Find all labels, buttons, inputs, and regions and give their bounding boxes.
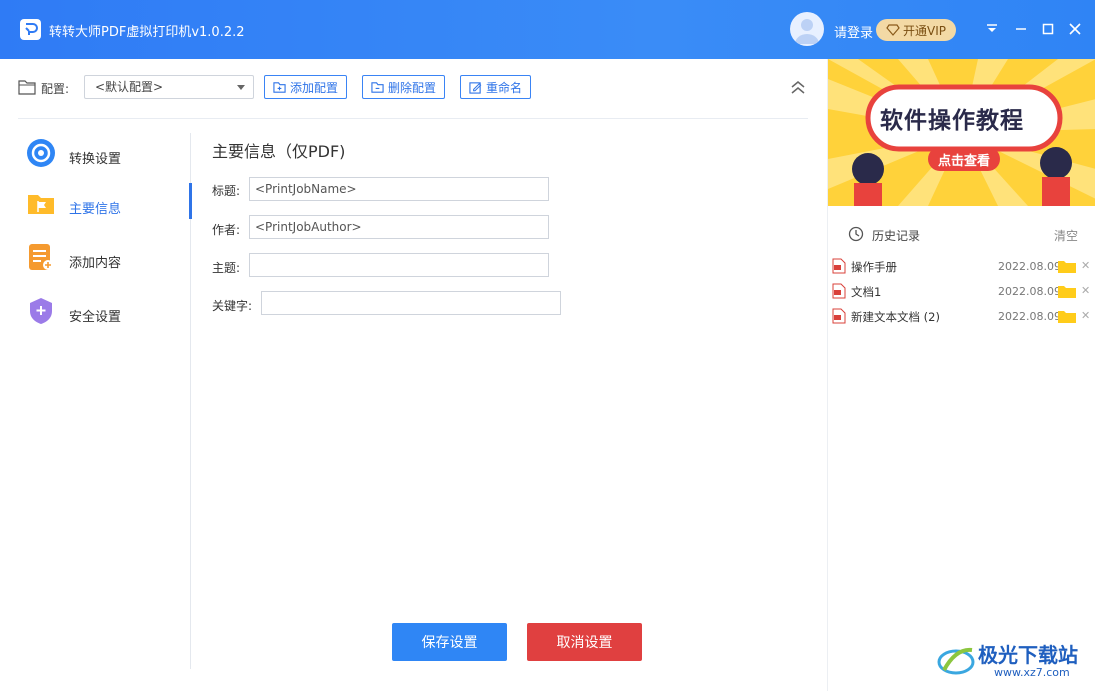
history-row[interactable]: 操作手册 2022.08.09 ✕ xyxy=(832,257,1094,277)
pdf-file-icon xyxy=(832,258,846,274)
history-file-name: 操作手册 xyxy=(851,260,897,274)
author-input[interactable] xyxy=(249,215,549,239)
banner-view-button[interactable]: 点击查看 xyxy=(928,147,1000,171)
avatar[interactable] xyxy=(790,12,824,46)
history-date: 2022.08.09 xyxy=(998,260,1061,273)
nav-label: 安全设置 xyxy=(69,310,122,325)
menu-dropdown-icon[interactable] xyxy=(982,18,1002,40)
folder-flag-icon xyxy=(28,195,54,214)
nav-item-security-settings[interactable]: 安全设置 xyxy=(18,292,193,338)
login-link[interactable]: 请登录 xyxy=(834,22,873,41)
collapse-up-icon[interactable] xyxy=(790,79,806,95)
chevron-down-icon xyxy=(237,85,245,90)
cancel-button[interactable]: 取消设置 xyxy=(527,623,642,661)
config-label: 配置: xyxy=(41,82,70,96)
side-nav: 转换设置 主要信息 添加内容 安全设置 xyxy=(18,130,193,670)
clear-history-button[interactable]: 清空 xyxy=(1054,227,1078,244)
nav-label: 转换设置 xyxy=(69,152,122,167)
tutorial-banner[interactable]: 软件操作教程 点击查看 xyxy=(828,59,1095,206)
history-title: 历史记录 xyxy=(872,229,921,243)
open-folder-icon[interactable] xyxy=(1058,260,1076,273)
title-input[interactable] xyxy=(249,177,549,201)
history-header: 历史记录 清空 xyxy=(848,224,1078,244)
page-title: 主要信息（仅PDF) xyxy=(212,142,346,161)
nav-active-indicator xyxy=(189,183,192,219)
document-add-icon xyxy=(29,244,53,270)
history-row[interactable]: 新建文本文档 (2) 2022.08.09 ✕ xyxy=(832,307,1094,327)
add-config-button[interactable]: 添加配置 xyxy=(264,75,348,99)
config-select[interactable]: <默认配置> xyxy=(84,75,254,99)
history-row[interactable]: 文档1 2022.08.09 ✕ xyxy=(832,282,1094,302)
delete-icon[interactable]: ✕ xyxy=(1081,309,1090,322)
nav-item-add-content[interactable]: 添加内容 xyxy=(18,238,193,284)
pdf-file-icon xyxy=(832,283,846,299)
config-select-value: <默认配置> xyxy=(95,80,164,94)
vip-button[interactable]: 开通VIP xyxy=(876,19,956,41)
folder-delete-icon xyxy=(371,81,384,93)
delete-config-label: 删除配置 xyxy=(388,80,437,95)
banner-title: 软件操作教程 xyxy=(880,108,1024,134)
delete-config-button[interactable]: 删除配置 xyxy=(362,75,446,99)
watermark: 极光下载站 www.xz7.com xyxy=(936,636,1091,684)
title-label: 标题: xyxy=(212,184,241,198)
subject-input[interactable] xyxy=(249,253,549,277)
delete-icon[interactable]: ✕ xyxy=(1081,259,1090,272)
rename-button[interactable]: 重命名 xyxy=(460,75,532,99)
config-toolbar: 配置: <默认配置> 添加配置 删除配置 重命名 xyxy=(18,74,808,100)
nav-label: 添加内容 xyxy=(69,256,122,271)
app-logo-icon xyxy=(20,19,41,40)
add-config-label: 添加配置 xyxy=(290,80,339,95)
pdf-file-icon xyxy=(832,308,846,324)
minimize-icon[interactable] xyxy=(1011,18,1031,40)
watermark-logo-icon xyxy=(937,647,975,675)
convert-icon xyxy=(27,139,55,167)
toolbar-divider xyxy=(18,118,808,119)
keywords-input[interactable] xyxy=(261,291,561,315)
watermark-text: 极光下载站 xyxy=(978,643,1078,667)
history-date: 2022.08.09 xyxy=(998,285,1061,298)
vip-label: 开通VIP xyxy=(903,23,946,38)
subject-label: 主题: xyxy=(212,261,241,275)
history-file-name: 文档1 xyxy=(851,285,882,299)
watermark-url: www.xz7.com xyxy=(994,666,1070,679)
open-folder-icon[interactable] xyxy=(1058,285,1076,298)
save-button[interactable]: 保存设置 xyxy=(392,623,507,661)
folder-add-icon xyxy=(273,81,286,93)
author-label: 作者: xyxy=(212,223,241,237)
config-folder-icon xyxy=(18,80,36,95)
diamond-icon xyxy=(886,24,900,36)
nav-item-convert-settings[interactable]: 转换设置 xyxy=(18,134,193,180)
maximize-icon[interactable] xyxy=(1038,18,1058,40)
open-folder-icon[interactable] xyxy=(1058,310,1076,323)
close-icon[interactable] xyxy=(1065,18,1085,40)
title-bar: 转转大师PDF虚拟打印机v1.0.2.2 请登录 开通VIP xyxy=(0,0,1095,59)
clock-icon xyxy=(848,226,864,242)
nav-item-main-info[interactable]: 主要信息 xyxy=(18,184,193,230)
edit-icon xyxy=(469,81,482,94)
right-panel: 软件操作教程 点击查看 历史记录 清空 操作手册 2022.08.09 ✕ 文档… xyxy=(827,59,1095,691)
app-title: 转转大师PDF虚拟打印机v1.0.2.2 xyxy=(49,25,245,40)
history-date: 2022.08.09 xyxy=(998,310,1061,323)
nav-label: 主要信息 xyxy=(69,202,122,217)
rename-label: 重命名 xyxy=(486,80,523,95)
delete-icon[interactable]: ✕ xyxy=(1081,284,1090,297)
shield-icon xyxy=(30,298,52,324)
history-file-name: 新建文本文档 (2) xyxy=(851,310,940,324)
keywords-label: 关键字: xyxy=(212,299,253,313)
